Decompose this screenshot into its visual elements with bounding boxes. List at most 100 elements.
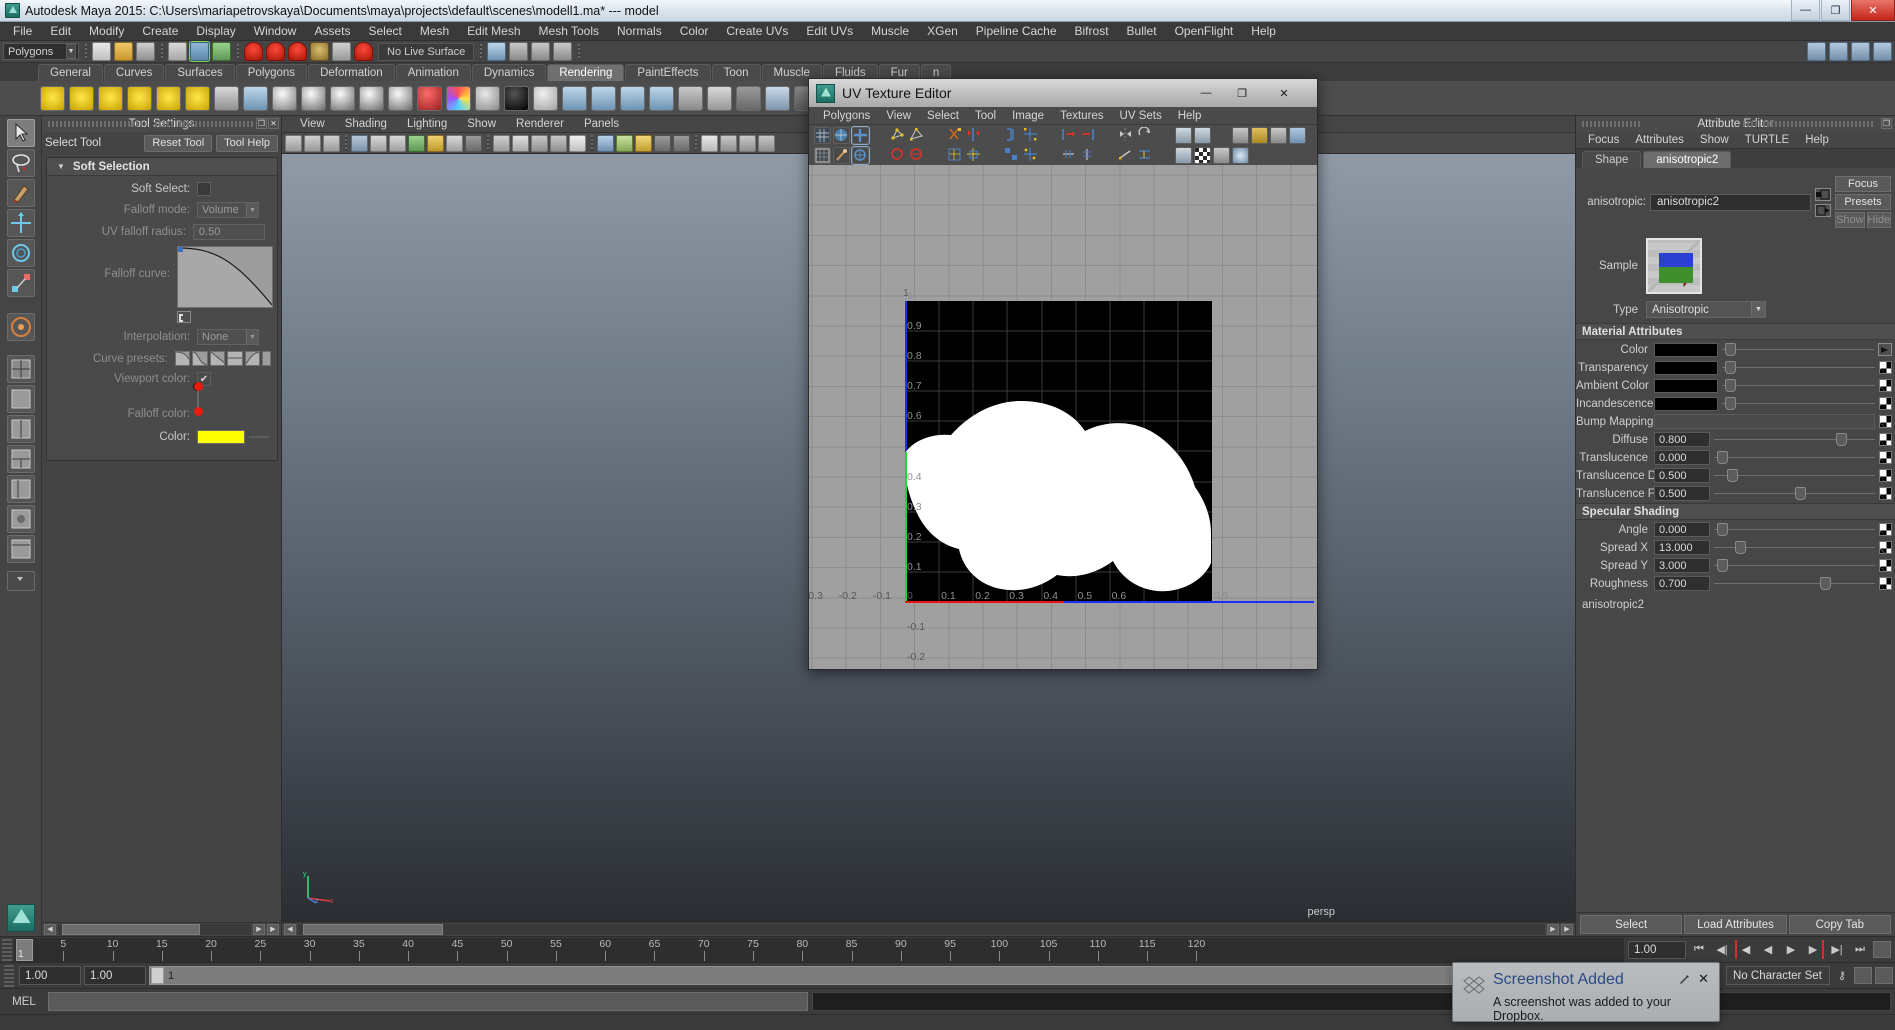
menu-item-edit-mesh[interactable]: Edit Mesh [458, 23, 529, 39]
step-forward-key-icon[interactable]: ▶| [1827, 940, 1847, 959]
attr-menu-attributes[interactable]: Attributes [1627, 134, 1692, 146]
attr-value-field[interactable]: 0.700 [1654, 576, 1710, 591]
focus-button[interactable]: Focus [1835, 176, 1891, 192]
attr-slider[interactable] [1714, 541, 1875, 554]
attr-value-field[interactable]: 0.500 [1654, 486, 1710, 501]
menu-item-pipeline-cache[interactable]: Pipeline Cache [967, 23, 1066, 39]
panel-undock-button[interactable]: ❐ [1881, 118, 1892, 129]
attr-slider[interactable] [1722, 397, 1875, 410]
uv-normalize-uvs-icon[interactable] [947, 147, 964, 164]
menu-item-openflight[interactable]: OpenFlight [1166, 23, 1243, 39]
xray-icon[interactable] [597, 134, 614, 152]
uv-uv-lattice-icon[interactable] [814, 146, 831, 164]
menu-item-mesh-tools[interactable]: Mesh Tools [530, 23, 608, 39]
falloff-color-gradient[interactable] [197, 391, 199, 407]
slider-handle[interactable] [1725, 379, 1737, 392]
auto-keyframe-icon[interactable] [1854, 967, 1872, 984]
slider-handle[interactable] [1725, 397, 1737, 410]
uv-cut-uv-edges-icon[interactable] [947, 127, 964, 144]
texture-map-icon[interactable] [1879, 523, 1892, 536]
shelf-tab-surfaces[interactable]: Surfaces [165, 64, 235, 81]
snap-viewplane-icon[interactable] [332, 42, 351, 61]
uv-menu-help[interactable]: Help [1170, 110, 1210, 122]
falloff-curve-expand-button[interactable] [177, 311, 191, 323]
mel-output-field[interactable] [812, 992, 1891, 1011]
render-view-icon[interactable] [243, 85, 268, 111]
isolate-select-icon[interactable] [616, 134, 633, 152]
hide-button[interactable]: Hide [1866, 212, 1892, 228]
surface-shader-icon[interactable] [475, 85, 500, 111]
uv-editor-canvas[interactable]: -0.3 -0.2 -0.1 0 0.1 0.2 0.3 0.4 0.5 0.6 0.9 1 0.9 0.… [809, 165, 1317, 669]
animation-preferences-icon[interactable] [1873, 941, 1891, 958]
uv-move-uv-shell-icon[interactable] [851, 125, 870, 145]
menu-item-file[interactable]: File [4, 23, 41, 39]
shelf-tab-dynamics[interactable]: Dynamics [471, 64, 547, 81]
assign-material-icon[interactable] [765, 85, 790, 111]
slider-handle[interactable] [1820, 577, 1832, 590]
light-linking-icon[interactable] [214, 85, 239, 111]
minimize-button[interactable]: — [1791, 0, 1820, 21]
volume-light-icon[interactable] [185, 85, 210, 111]
uv-menu-view[interactable]: View [878, 110, 919, 122]
viewport-menu-view[interactable]: View [290, 118, 335, 130]
viewport-select-tool-icon[interactable] [701, 134, 718, 152]
viewport-menu-shading[interactable]: Shading [335, 118, 397, 130]
uv-checker-map-icon[interactable] [1194, 146, 1211, 164]
uv-minimize-button[interactable]: — [1193, 83, 1219, 103]
film-gate-icon[interactable] [370, 134, 387, 152]
range-start-field[interactable]: 1.00 [19, 966, 81, 985]
uv-flip-u-icon[interactable] [1118, 127, 1135, 144]
texture-map-icon[interactable] [1879, 541, 1892, 554]
attr-button-load-attributes[interactable]: Load Attributes [1684, 915, 1787, 934]
falloff-mode-combo[interactable]: Volume ▼ [197, 202, 259, 218]
select-tool-button[interactable] [6, 119, 35, 147]
select-hierarchy-icon[interactable] [168, 42, 187, 61]
selection-mode-combo[interactable]: Polygons ▼ [3, 43, 79, 60]
node-name-field[interactable]: anisotropic2 [1650, 193, 1811, 211]
time-slider-grip[interactable] [2, 938, 12, 961]
twosided-lighting-icon[interactable] [446, 134, 463, 152]
ipr-render-icon[interactable] [531, 42, 551, 61]
uv-grid-uvs-icon[interactable] [1023, 147, 1040, 164]
smooth-shade-icon[interactable] [512, 134, 529, 152]
uv-remove-isolate-icon[interactable] [1270, 126, 1287, 144]
curve-preset-5-button[interactable] [244, 351, 261, 366]
uv-menu-uv-sets[interactable]: UV Sets [1112, 110, 1170, 122]
menu-item-bifrost[interactable]: Bifrost [1066, 23, 1118, 39]
layered-shader-icon[interactable] [417, 85, 442, 111]
render-layer-icon[interactable] [678, 85, 703, 111]
attr-slider[interactable] [1722, 343, 1874, 356]
use-background-icon[interactable] [504, 85, 529, 111]
shelf-tab-painteffects[interactable]: PaintEffects [625, 64, 711, 81]
view-persp-outliner-button[interactable] [6, 535, 35, 563]
render-view-icon[interactable] [487, 42, 507, 61]
menu-item-help[interactable]: Help [1242, 23, 1285, 39]
lasso-tool-button[interactable] [6, 149, 35, 177]
viewport-settings-icon[interactable] [758, 134, 775, 152]
attr-slider[interactable] [1714, 523, 1875, 536]
color-swatch[interactable] [197, 430, 245, 444]
move-tool-button[interactable] [6, 209, 35, 237]
show-channel-box-icon[interactable] [1873, 42, 1892, 61]
attr-slider[interactable] [1722, 361, 1875, 374]
uv-split-uvs-icon[interactable] [966, 127, 983, 144]
uv-layout-uvs-icon[interactable] [1004, 147, 1021, 164]
uv-move-and-sew-icon[interactable] [1023, 127, 1040, 144]
step-back-frame-icon[interactable]: ◀ [1735, 940, 1755, 959]
attr-slider[interactable] [1714, 451, 1875, 464]
uv-menu-textures[interactable]: Textures [1052, 110, 1111, 122]
blinn-material-icon[interactable] [301, 85, 326, 111]
current-frame-field[interactable]: 1.00 [1628, 940, 1686, 959]
show-tool-settings-icon[interactable] [1851, 42, 1870, 61]
point-light-icon[interactable] [98, 85, 123, 111]
texture-map-icon[interactable] [1879, 379, 1892, 392]
snap-curve-icon[interactable] [266, 42, 285, 61]
viewport-scroll-thumb[interactable] [303, 924, 443, 935]
area-light-icon[interactable] [156, 85, 181, 111]
menu-item-window[interactable]: Window [245, 23, 306, 39]
output-connection-icon[interactable] [1815, 203, 1831, 217]
uv-menu-polygons[interactable]: Polygons [815, 110, 878, 122]
ipr-render-icon[interactable] [736, 85, 761, 111]
scroll-end-arrow-icon[interactable]: ▶ [1561, 924, 1573, 935]
uv-texture-editor-window[interactable]: UV Texture Editor — ❐ ✕ Polygons View Sele… [808, 78, 1318, 670]
